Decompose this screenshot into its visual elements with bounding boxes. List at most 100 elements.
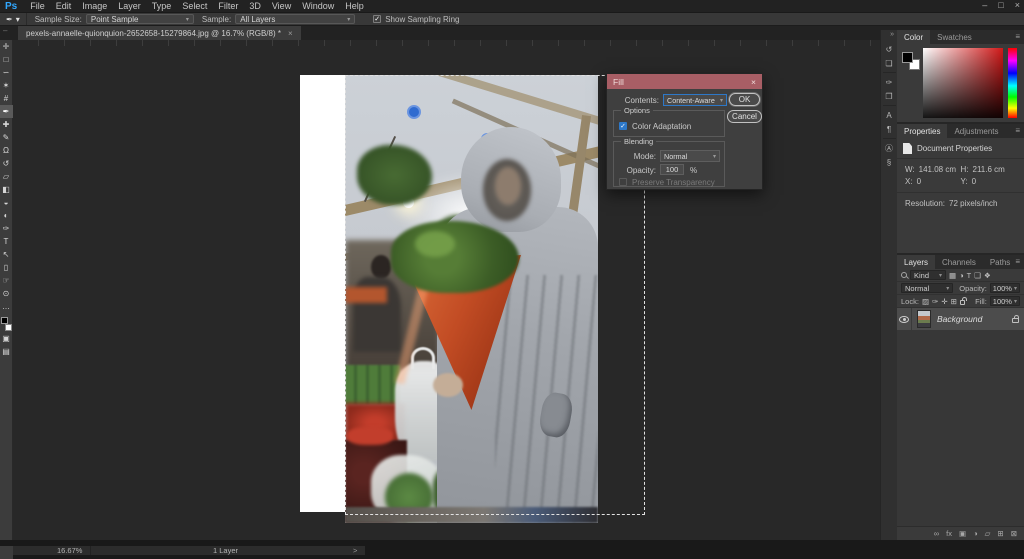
maximize-icon[interactable]: □ — [998, 0, 1003, 10]
lock-position-icon[interactable]: ✛ — [941, 297, 947, 306]
fill-value-box[interactable]: 100% ▾ — [990, 296, 1020, 306]
eyedropper-tool[interactable]: ✒ — [0, 105, 13, 118]
character-panel-icon[interactable]: A — [881, 108, 897, 122]
quick-mask-icon[interactable]: ▣ — [0, 332, 13, 345]
history-brush-tool[interactable]: ↺ — [0, 157, 13, 170]
dialog-close-icon[interactable]: × — [751, 77, 756, 87]
adjustment-layer-icon[interactable]: ◑ — [973, 529, 978, 538]
lock-all-icon[interactable] — [960, 300, 965, 305]
brush-settings-panel-icon[interactable]: ✑ — [881, 75, 897, 89]
layer-name[interactable]: Background — [937, 314, 1012, 324]
blend-mode-select[interactable]: Normal ▾ — [901, 283, 953, 293]
pen-tool[interactable]: ✑ — [0, 222, 13, 235]
paragraph-panel-icon[interactable]: ¶ — [881, 122, 897, 136]
foreground-background-colors[interactable] — [0, 316, 13, 332]
tab-adjustments[interactable]: Adjustments — [947, 124, 1005, 138]
move-tool[interactable]: ✛ — [0, 40, 13, 53]
layer-visibility-toggle[interactable] — [897, 308, 912, 330]
document-white-area[interactable] — [300, 75, 345, 512]
pixel-layers-filter-icon[interactable]: ▦ — [949, 271, 956, 280]
contents-select[interactable]: Content-Aware ▾ — [663, 94, 727, 106]
adjustment-layers-filter-icon[interactable]: ◑ — [959, 271, 964, 280]
canvas-image[interactable] — [345, 75, 598, 523]
color-gradient-field[interactable] — [923, 48, 1003, 118]
hand-tool[interactable]: ☞ — [0, 274, 13, 287]
tab-properties[interactable]: Properties — [897, 124, 947, 138]
menu-filter[interactable]: Filter — [218, 1, 238, 11]
layer-thumbnail[interactable] — [917, 310, 931, 328]
menu-layer[interactable]: Layer — [118, 1, 141, 11]
layer-row-background[interactable]: Background — [897, 308, 1024, 330]
fill-dialog-titlebar[interactable]: Fill × — [607, 74, 762, 89]
menu-3d[interactable]: 3D — [249, 1, 261, 11]
status-arrow-icon[interactable]: > — [353, 546, 357, 555]
layer-filter-kind-select[interactable]: Kind ▾ — [910, 270, 946, 280]
character-styles-panel-icon[interactable]: Ⓐ — [881, 141, 897, 155]
menu-help[interactable]: Help — [345, 1, 364, 11]
screen-mode-icon[interactable]: ▤ — [0, 345, 13, 358]
dodge-tool[interactable]: ◐ — [0, 209, 13, 222]
menu-select[interactable]: Select — [182, 1, 207, 11]
menu-window[interactable]: Window — [302, 1, 334, 11]
tab-color[interactable]: Color — [897, 30, 930, 44]
smart-objects-filter-icon[interactable]: ❖ — [984, 271, 991, 280]
zoom-tool[interactable]: ⊙ — [0, 287, 13, 300]
foreground-background-colors[interactable] — [902, 52, 920, 70]
type-layers-filter-icon[interactable]: T — [967, 271, 972, 280]
eraser-tool[interactable]: ▱ — [0, 170, 13, 183]
menu-edit[interactable]: Edit — [56, 1, 72, 11]
paragraph-styles-panel-icon[interactable]: § — [881, 155, 897, 169]
close-icon[interactable]: × — [1015, 0, 1020, 10]
tab-layers[interactable]: Layers — [897, 255, 935, 269]
menu-file[interactable]: File — [30, 1, 45, 11]
brush-tool[interactable]: ✎ — [0, 131, 13, 144]
tab-paths[interactable]: Paths — [983, 255, 1017, 269]
menu-image[interactable]: Image — [82, 1, 107, 11]
menu-view[interactable]: View — [272, 1, 291, 11]
opacity-value-box[interactable]: 100% ▾ — [990, 283, 1020, 293]
foreground-color-swatch[interactable] — [1, 317, 8, 324]
blur-tool[interactable]: ◒ — [0, 196, 13, 209]
tab-swatches[interactable]: Swatches — [930, 30, 979, 44]
new-layer-icon[interactable]: ⊞ — [997, 529, 1003, 538]
tab-close-icon[interactable]: × — [288, 29, 293, 38]
zoom-level[interactable]: 16.67% — [57, 546, 91, 555]
hue-ramp[interactable] — [1008, 48, 1017, 118]
gradient-tool[interactable]: ◧ — [0, 183, 13, 196]
foreground-color-swatch[interactable] — [902, 52, 913, 63]
expand-panels-icon[interactable]: » — [890, 31, 894, 38]
cancel-button[interactable]: Cancel — [727, 110, 762, 123]
layer-group-icon[interactable]: ▱ — [985, 529, 991, 538]
preserve-transparency-checkbox[interactable] — [619, 178, 627, 186]
clone-stamp-tool[interactable]: Ω — [0, 144, 13, 157]
minimize-icon[interactable]: – — [982, 0, 987, 10]
panel-menu-icon[interactable]: ≡ — [1015, 32, 1020, 41]
layer-effects-icon[interactable]: fx — [946, 529, 952, 538]
show-sampling-ring-checkbox[interactable]: ✓ — [373, 15, 381, 23]
active-tool-chip[interactable]: ✒ ▾ — [0, 13, 27, 25]
link-layers-icon[interactable]: ∞ — [934, 529, 939, 538]
type-tool[interactable]: T — [0, 235, 13, 248]
background-color-swatch[interactable] — [5, 324, 12, 331]
delete-layer-icon[interactable]: ⊠ — [1011, 529, 1017, 538]
ok-button[interactable]: OK — [729, 93, 760, 106]
lock-artboard-icon[interactable]: ⊞ — [951, 297, 957, 306]
panel-menu-icon[interactable]: ≡ — [1015, 257, 1020, 266]
mode-select[interactable]: Normal ▾ — [660, 150, 720, 162]
rectangle-tool[interactable]: ▯ — [0, 261, 13, 274]
document-tab[interactable]: pexels-annaelle-quionquion-2652658-15279… — [18, 26, 301, 40]
lock-pixels-icon[interactable]: ✑ — [932, 297, 938, 306]
panel-menu-icon[interactable]: ≡ — [1015, 126, 1020, 135]
path-selection-tool[interactable]: ↖ — [0, 248, 13, 261]
lasso-tool[interactable]: ∽ — [0, 66, 13, 79]
menu-type[interactable]: Type — [152, 1, 172, 11]
color-adaptation-checkbox[interactable]: ✓ — [619, 122, 627, 130]
clone-source-panel-icon[interactable]: ❐ — [881, 89, 897, 103]
sample-size-select[interactable]: Point Sample ▾ — [86, 14, 194, 24]
lock-transparency-icon[interactable]: ▨ — [922, 297, 929, 306]
device-preview-panel-icon[interactable]: ❏ — [881, 56, 897, 70]
healing-brush-tool[interactable]: ✚ — [0, 118, 13, 131]
marquee-tool[interactable]: □ — [0, 53, 13, 66]
edit-toolbar-icon[interactable]: … — [0, 300, 13, 313]
tab-channels[interactable]: Channels — [935, 255, 983, 269]
